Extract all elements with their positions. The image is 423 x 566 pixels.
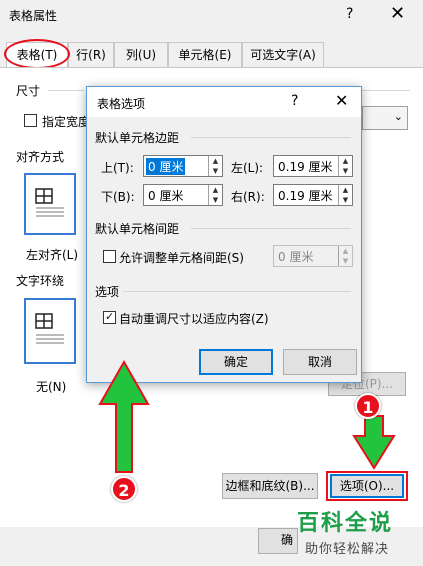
step-marker-1: 1 bbox=[355, 393, 381, 419]
annotation-arrows bbox=[98, 359, 396, 473]
watermark-tagline: 助你轻松解决 bbox=[305, 542, 390, 557]
green-arrow-down bbox=[352, 415, 396, 470]
step-marker-2: 2 bbox=[111, 476, 137, 502]
green-arrow-up bbox=[98, 359, 150, 473]
watermark-brand: 百科全说 bbox=[297, 511, 394, 536]
